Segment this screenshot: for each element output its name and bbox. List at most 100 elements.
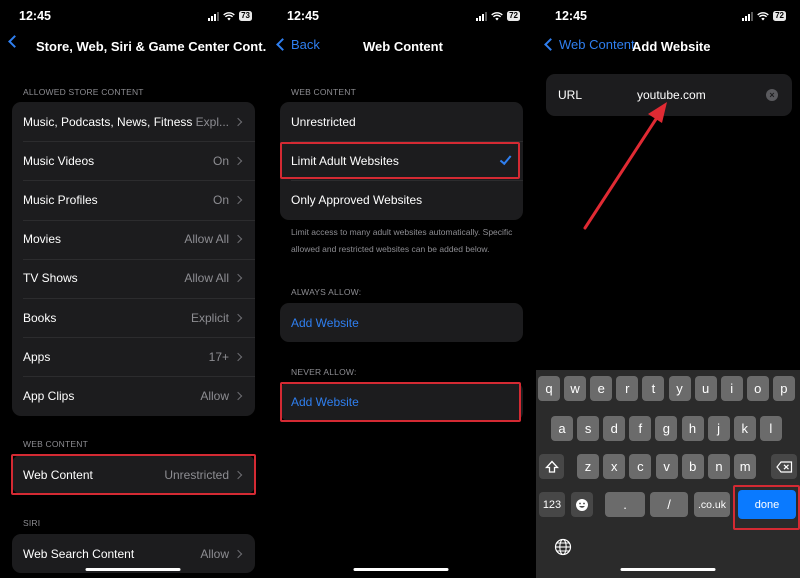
store-content-group: Music, Podcasts, News, Fitness Expl... Mu… bbox=[12, 102, 255, 416]
settings-row-app-clips[interactable]: App Clips Allow bbox=[12, 376, 255, 415]
row-value: 17+ bbox=[208, 349, 229, 364]
row-value: On bbox=[212, 153, 229, 168]
shift-icon bbox=[544, 460, 559, 473]
key-q[interactable]: q bbox=[538, 376, 560, 401]
status-time: 12:45 bbox=[19, 9, 51, 23]
settings-row-books[interactable]: Books Explicit bbox=[12, 297, 255, 337]
row-label: Music Profiles bbox=[23, 192, 98, 207]
numbers-key[interactable]: 123 bbox=[539, 492, 565, 517]
back-label: Back bbox=[291, 37, 320, 52]
option-unrestricted[interactable]: Unrestricted bbox=[280, 102, 523, 141]
back-button[interactable] bbox=[6, 35, 21, 48]
section-header: ALWAYS ALLOW: bbox=[291, 287, 362, 297]
chevron-right-icon bbox=[233, 352, 243, 361]
option-label: Limit Adult Websites bbox=[291, 153, 399, 168]
row-label: Books bbox=[23, 310, 57, 325]
key-k[interactable]: k bbox=[733, 416, 756, 441]
key-b[interactable]: b bbox=[681, 454, 704, 479]
key-y[interactable]: y bbox=[668, 376, 691, 401]
done-key[interactable]: done bbox=[738, 490, 796, 519]
row-label: App Clips bbox=[23, 388, 75, 403]
option-limit-adult-websites[interactable]: Limit Adult Websites bbox=[280, 141, 523, 180]
key-r[interactable]: r bbox=[616, 376, 639, 401]
row-label: Apps bbox=[23, 349, 51, 364]
key-j[interactable]: j bbox=[707, 416, 730, 441]
settings-row-movies[interactable]: Movies Allow All bbox=[12, 219, 255, 259]
status-time: 12:45 bbox=[287, 9, 319, 23]
status-bar: 12:45 72 bbox=[268, 9, 534, 27]
section-header: WEB CONTENT bbox=[23, 439, 89, 449]
back-button[interactable]: Back bbox=[274, 37, 320, 52]
checkmark-icon bbox=[499, 152, 512, 165]
page-title: Web Content bbox=[363, 39, 443, 54]
row-value: Unrestricted bbox=[164, 467, 229, 482]
row-label: TV Shows bbox=[23, 271, 78, 286]
chevron-right-icon bbox=[233, 234, 243, 244]
key-d[interactable]: d bbox=[603, 416, 626, 441]
key-m[interactable]: m bbox=[734, 454, 757, 479]
slash-key[interactable]: / bbox=[650, 492, 688, 517]
home-indicator bbox=[353, 567, 449, 571]
settings-row-music-profiles[interactable]: Music Profiles On bbox=[12, 180, 255, 219]
settings-row-web-content[interactable]: Web Content Unrestricted bbox=[12, 455, 255, 494]
nav-bar: Store, Web, Siri & Game Center Cont... bbox=[0, 35, 266, 57]
chevron-right-icon bbox=[233, 195, 243, 205]
settings-row-apps[interactable]: Apps 17+ bbox=[12, 337, 255, 376]
shift-key[interactable] bbox=[539, 454, 564, 479]
chevron-right-icon bbox=[233, 156, 243, 166]
key-v[interactable]: v bbox=[655, 454, 678, 479]
key-o[interactable]: o bbox=[746, 376, 769, 401]
option-only-approved-websites[interactable]: Only Approved Websites bbox=[280, 180, 523, 219]
key-x[interactable]: x bbox=[603, 454, 626, 479]
backspace-key[interactable] bbox=[771, 454, 797, 479]
key-s[interactable]: s bbox=[577, 416, 600, 441]
dot-key[interactable]: . bbox=[605, 492, 645, 517]
key-g[interactable]: g bbox=[655, 416, 678, 441]
footnote-text: Limit access to many adult websites auto… bbox=[291, 227, 513, 254]
chevron-right-icon bbox=[233, 274, 243, 283]
section-header: WEB CONTENT bbox=[291, 87, 357, 97]
key-t[interactable]: t bbox=[642, 376, 665, 401]
key-i[interactable]: i bbox=[720, 376, 743, 401]
never-allow-add-website-button[interactable]: Add Website bbox=[280, 382, 523, 421]
settings-row-tv-shows[interactable]: TV Shows Allow All bbox=[12, 258, 255, 298]
always-allow-add-website-button[interactable]: Add Website bbox=[280, 303, 523, 342]
web-content-group: Web Content Unrestricted bbox=[12, 455, 255, 495]
add-website-label: Add Website bbox=[291, 315, 359, 330]
key-l[interactable]: l bbox=[759, 416, 782, 441]
key-z[interactable]: z bbox=[577, 454, 599, 479]
home-indicator bbox=[85, 567, 181, 571]
row-label: Web Content bbox=[23, 467, 93, 482]
settings-row-music-videos[interactable]: Music Videos On bbox=[12, 141, 255, 180]
key-p[interactable]: p bbox=[772, 376, 795, 401]
globe-key[interactable] bbox=[554, 538, 572, 561]
chevron-right-icon bbox=[233, 470, 243, 479]
row-value: Explicit bbox=[190, 310, 229, 325]
chevron-right-icon bbox=[233, 117, 243, 126]
emoji-key[interactable] bbox=[571, 492, 593, 517]
row-label: Web Search Content bbox=[23, 546, 135, 561]
chevron-right-icon bbox=[233, 549, 243, 558]
domain-key[interactable]: .co.uk bbox=[694, 492, 730, 517]
screen-content-restrictions: 12:45 73 Store, Web, Siri & Game Center … bbox=[0, 0, 266, 578]
key-w[interactable]: w bbox=[564, 376, 587, 401]
nav-bar: Back Web Content bbox=[268, 37, 534, 57]
option-label: Only Approved Websites bbox=[291, 192, 423, 207]
backspace-icon bbox=[775, 460, 792, 473]
key-c[interactable]: c bbox=[629, 454, 652, 479]
option-label: Unrestricted bbox=[291, 114, 356, 129]
row-value: Allow bbox=[200, 546, 229, 561]
always-allow-group: Add Website bbox=[280, 303, 523, 343]
key-e[interactable]: e bbox=[590, 376, 613, 401]
page-title: Store, Web, Siri & Game Center Cont... bbox=[36, 39, 266, 54]
emoji-icon bbox=[576, 498, 588, 511]
wifi-icon bbox=[491, 11, 503, 20]
key-u[interactable]: u bbox=[694, 376, 717, 401]
home-indicator bbox=[620, 567, 716, 571]
key-n[interactable]: n bbox=[708, 454, 730, 479]
key-h[interactable]: h bbox=[681, 416, 704, 441]
key-f[interactable]: f bbox=[629, 416, 652, 441]
settings-row-music-podcasts[interactable]: Music, Podcasts, News, Fitness Expl... bbox=[12, 102, 255, 141]
key-a[interactable]: a bbox=[551, 416, 573, 441]
chevron-right-icon bbox=[233, 391, 243, 401]
